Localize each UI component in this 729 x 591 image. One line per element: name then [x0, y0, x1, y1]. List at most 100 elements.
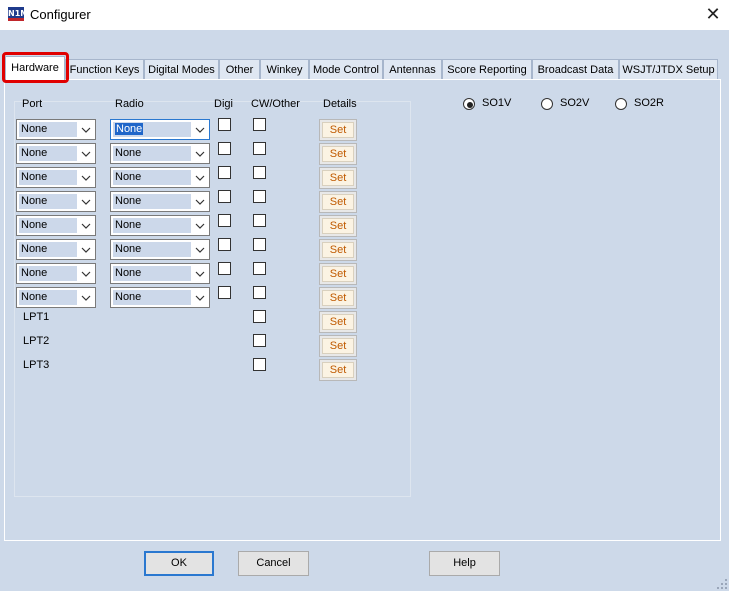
chevron-down-icon[interactable] [79, 242, 93, 257]
so1v-radio[interactable]: SO1V [463, 97, 523, 112]
so2v-radio[interactable]: SO2V [541, 97, 601, 112]
chevron-down-icon[interactable] [79, 194, 93, 209]
chevron-down-icon[interactable] [193, 122, 207, 137]
details-set-button[interactable]: Set [319, 287, 357, 309]
tab-mode-control[interactable]: Mode Control [309, 59, 383, 79]
cw-other-checkbox[interactable] [253, 262, 266, 275]
tab-winkey[interactable]: Winkey [260, 59, 309, 79]
details-set-button[interactable]: Set [319, 215, 357, 237]
cw-other-column-header: CW/Other [251, 98, 300, 110]
set-label: Set [322, 122, 354, 138]
port-dropdown[interactable]: None [16, 191, 96, 212]
chevron-down-icon[interactable] [193, 146, 207, 161]
app-logo-icon: N1MM [8, 7, 36, 21]
so2v-label: SO2V [560, 97, 590, 109]
cancel-button[interactable]: Cancel [238, 551, 309, 576]
digi-checkbox[interactable] [218, 262, 231, 275]
radio-value: None [113, 290, 191, 305]
digi-checkbox[interactable] [218, 238, 231, 251]
chevron-down-icon[interactable] [79, 122, 93, 137]
radio-circle [463, 98, 475, 110]
radio-dropdown[interactable]: None [110, 215, 210, 236]
radio-value: None [113, 266, 191, 281]
cw-other-checkbox[interactable] [253, 118, 266, 131]
details-set-button[interactable]: Set [319, 239, 357, 261]
so2r-label: SO2R [634, 97, 664, 109]
cw-other-checkbox[interactable] [253, 286, 266, 299]
port-dropdown[interactable]: None [16, 215, 96, 236]
tab-digital-modes[interactable]: Digital Modes [144, 59, 219, 79]
tab-score-reporting[interactable]: Score Reporting [442, 59, 532, 79]
digi-checkbox[interactable] [218, 286, 231, 299]
cw-other-checkbox[interactable] [253, 238, 266, 251]
port-dropdown[interactable]: None [16, 143, 96, 164]
close-button[interactable]: ✕ [698, 2, 728, 28]
port-value: None [19, 194, 77, 209]
chevron-down-icon[interactable] [193, 266, 207, 281]
resize-grip-icon[interactable] [716, 578, 728, 590]
radio-dropdown[interactable]: None [110, 287, 210, 308]
ok-button[interactable]: OK [144, 551, 214, 576]
details-set-button[interactable]: Set [319, 167, 357, 189]
tab-antennas[interactable]: Antennas [383, 59, 442, 79]
lpt2-cw-checkbox[interactable] [253, 334, 266, 347]
port-dropdown[interactable]: None [16, 167, 96, 188]
lpt2-set-button[interactable]: Set [319, 335, 357, 357]
radio-value: None [113, 242, 191, 257]
chevron-down-icon[interactable] [79, 266, 93, 281]
chevron-down-icon[interactable] [193, 170, 207, 185]
radio-dropdown[interactable]: None [110, 143, 210, 164]
chevron-down-icon[interactable] [193, 218, 207, 233]
radio-circle [541, 98, 553, 110]
chevron-down-icon[interactable] [193, 242, 207, 257]
details-set-button[interactable]: Set [319, 119, 357, 141]
lpt1-set-button[interactable]: Set [319, 311, 357, 333]
radio-value: None [113, 218, 191, 233]
chevron-down-icon[interactable] [79, 170, 93, 185]
port-dropdown[interactable]: None [16, 263, 96, 284]
port-dropdown[interactable]: None [16, 239, 96, 260]
chevron-down-icon[interactable] [79, 218, 93, 233]
help-button[interactable]: Help [429, 551, 500, 576]
details-set-button[interactable]: Set [319, 263, 357, 285]
cw-other-checkbox[interactable] [253, 142, 266, 155]
port-value: None [19, 266, 77, 281]
cw-other-checkbox[interactable] [253, 190, 266, 203]
set-label: Set [322, 338, 354, 354]
port-value: None [19, 218, 77, 233]
details-set-button[interactable]: Set [319, 191, 357, 213]
radio-dropdown[interactable]: None [110, 167, 210, 188]
digi-checkbox[interactable] [218, 166, 231, 179]
cw-other-checkbox[interactable] [253, 166, 266, 179]
set-label: Set [322, 218, 354, 234]
radio-circle [615, 98, 627, 110]
digi-checkbox[interactable] [218, 118, 231, 131]
port-column-header: Port [22, 98, 43, 110]
digi-checkbox[interactable] [218, 190, 231, 203]
chevron-down-icon[interactable] [193, 194, 207, 209]
tab-wsjt-jtdx-setup[interactable]: WSJT/JTDX Setup [619, 59, 718, 79]
radio-dropdown[interactable]: None [110, 263, 210, 284]
set-label: Set [322, 194, 354, 210]
tab-function-keys[interactable]: Function Keys [65, 59, 144, 79]
chevron-down-icon[interactable] [79, 290, 93, 305]
cw-other-checkbox[interactable] [253, 214, 266, 227]
tab-other[interactable]: Other [219, 59, 260, 79]
details-set-button[interactable]: Set [319, 143, 357, 165]
radio-value: None [113, 170, 191, 185]
chevron-down-icon[interactable] [79, 146, 93, 161]
lpt3-cw-checkbox[interactable] [253, 358, 266, 371]
tab-broadcast-data[interactable]: Broadcast Data [532, 59, 619, 79]
lpt1-cw-checkbox[interactable] [253, 310, 266, 323]
chevron-down-icon[interactable] [193, 290, 207, 305]
digi-checkbox[interactable] [218, 142, 231, 155]
port-dropdown[interactable]: None [16, 287, 96, 308]
lpt3-set-button[interactable]: Set [319, 359, 357, 381]
radio-dropdown[interactable]: None [110, 191, 210, 212]
radio-dropdown[interactable]: None [110, 119, 210, 140]
digi-checkbox[interactable] [218, 214, 231, 227]
port-dropdown[interactable]: None [16, 119, 96, 140]
so2r-radio[interactable]: SO2R [615, 97, 675, 112]
radio-dropdown[interactable]: None [110, 239, 210, 260]
window-title: Configurer [30, 7, 91, 22]
